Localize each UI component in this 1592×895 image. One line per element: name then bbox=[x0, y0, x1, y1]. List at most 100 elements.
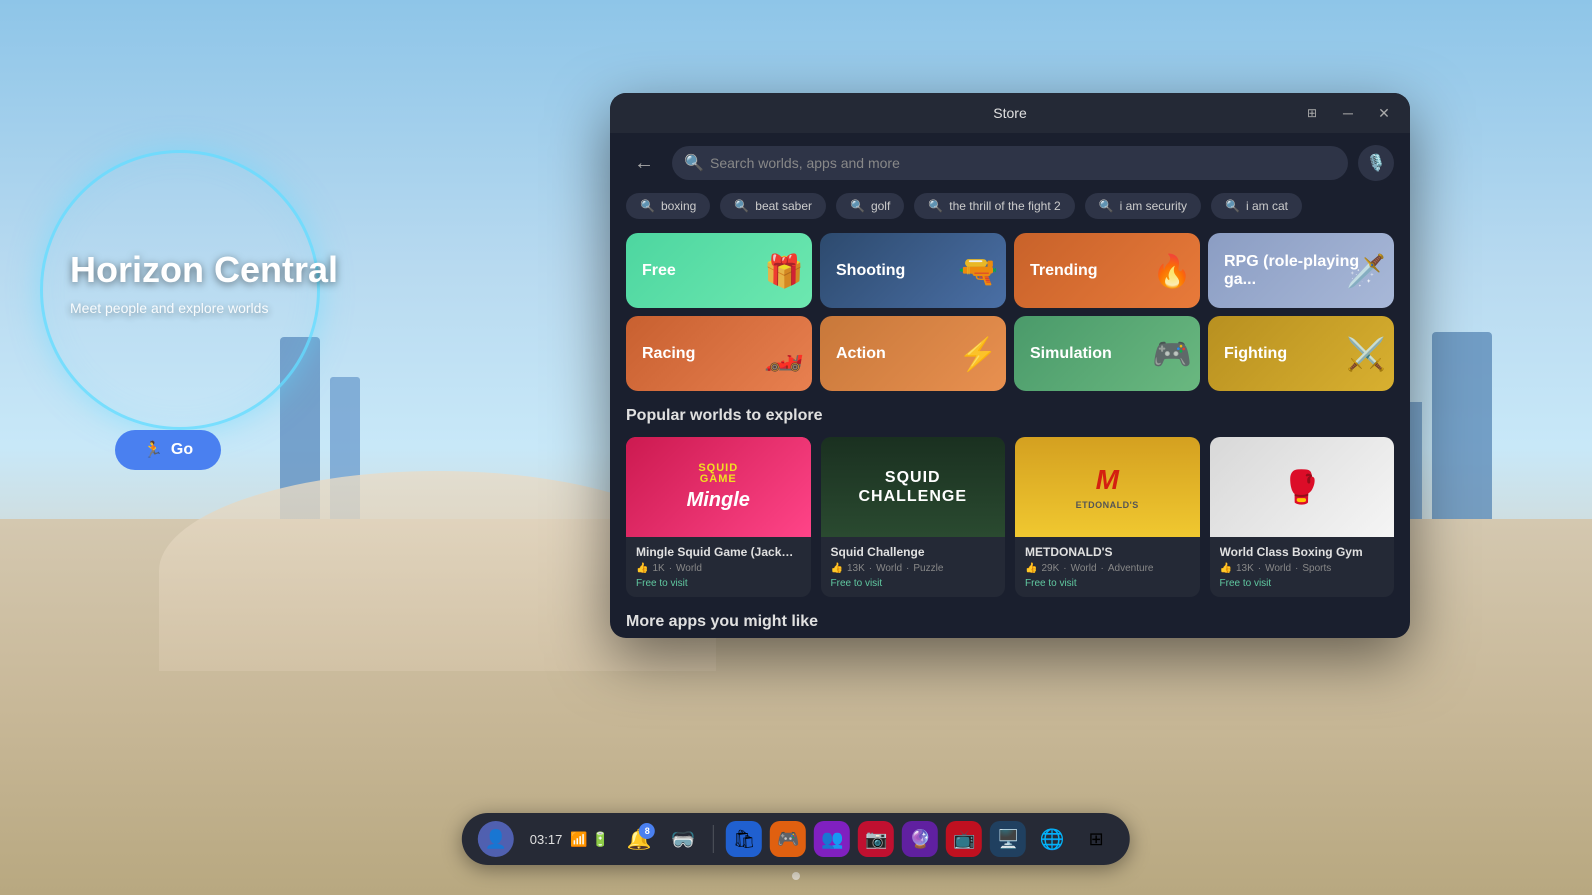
bottom-dot-indicator bbox=[792, 872, 800, 880]
taskbar-monitor[interactable]: 🖥️ bbox=[990, 821, 1026, 857]
store-content: ← 🔍 🎙️ 🔍boxing 🔍beat saber 🔍golf 🔍the th… bbox=[610, 133, 1410, 638]
search-suggestions: 🔍boxing 🔍beat saber 🔍golf 🔍the thrill of… bbox=[626, 193, 1394, 219]
grid-icon: ⊞ bbox=[1089, 829, 1104, 850]
taskbar-globe[interactable]: 🌐 bbox=[1034, 821, 1070, 857]
category-trending[interactable]: Trending 🔥 bbox=[1014, 233, 1200, 308]
world-card-boxing[interactable]: 🥊 World Class Boxing Gym 👍 13K · World ·… bbox=[1210, 437, 1395, 597]
camera-icon: 📷 bbox=[865, 829, 887, 850]
back-button[interactable]: ← bbox=[626, 148, 662, 179]
world-name-metdonald: METDONALD'S bbox=[1025, 545, 1190, 559]
window-minimize-button[interactable]: ─ bbox=[1334, 99, 1362, 127]
window-close-button[interactable]: ✕ bbox=[1370, 99, 1398, 127]
category-trending-icon: 🔥 bbox=[1152, 252, 1192, 290]
window-titlebar: Store ⊞ ─ ✕ bbox=[610, 93, 1410, 133]
horizon-central-panel: Horizon Central Meet people and explore … bbox=[20, 120, 340, 500]
battery-icon: 🔋 bbox=[592, 831, 609, 848]
world-thumb-squid-challenge: SQUIDCHALLENGE bbox=[821, 437, 1006, 537]
vr-headset-icon: 🥽 bbox=[671, 827, 696, 852]
suggestion-boxing[interactable]: 🔍boxing bbox=[626, 193, 710, 219]
world-thumb-boxing: 🥊 bbox=[1210, 437, 1395, 537]
world-info-metdonald: METDONALD'S 👍 29K · World · Adventure Fr… bbox=[1015, 537, 1200, 597]
world-name-boxing: World Class Boxing Gym bbox=[1220, 545, 1385, 559]
category-simulation-icon: 🎮 bbox=[1152, 335, 1192, 373]
category-fighting[interactable]: Fighting ⚔️ bbox=[1208, 316, 1394, 391]
search-container: 🔍 bbox=[672, 146, 1348, 180]
category-action-icon: ⚡ bbox=[958, 335, 998, 373]
purple-app-icon: 🔮 bbox=[909, 829, 931, 850]
category-racing-icon: 🏎️ bbox=[764, 335, 804, 373]
world-thumb-mingle: SQUIDGAME Mingle bbox=[626, 437, 811, 537]
world-card-mingle-squid[interactable]: SQUIDGAME Mingle Mingle Squid Game (Jack… bbox=[626, 437, 811, 597]
category-rpg[interactable]: RPG (role-playing ga... 🗡️ bbox=[1208, 233, 1394, 308]
category-shooting-icon: 🔫 bbox=[958, 252, 998, 290]
world-card-metdonald[interactable]: M etdonald's METDONALD'S 👍 29K · World ·… bbox=[1015, 437, 1200, 597]
notification-badge: 8 bbox=[639, 823, 655, 839]
window-grid-button[interactable]: ⊞ bbox=[1298, 99, 1326, 127]
category-free-icon: 🎁 bbox=[764, 252, 804, 290]
store-window: Store ⊞ ─ ✕ ← 🔍 🎙️ 🔍boxing 🔍beat saber 🔍… bbox=[610, 93, 1410, 638]
world-price-mingle: Free to visit bbox=[636, 578, 801, 589]
taskbar-vr[interactable]: 🥽 bbox=[665, 821, 701, 857]
window-controls: ⊞ ─ ✕ bbox=[1298, 99, 1398, 127]
more-apps-title: More apps you might like bbox=[626, 613, 1394, 631]
world-price-boxing: Free to visit bbox=[1220, 578, 1385, 589]
store-icon: 🛍 bbox=[733, 829, 756, 850]
taskbar-grid[interactable]: ⊞ bbox=[1078, 821, 1114, 857]
taskbar-status: 03:17 📶 🔋 bbox=[522, 831, 613, 848]
taskbar-people[interactable]: 👥 bbox=[814, 821, 850, 857]
taskbar-avatar[interactable]: 👤 bbox=[478, 821, 514, 857]
suggestion-thrill[interactable]: 🔍the thrill of the fight 2 bbox=[914, 193, 1074, 219]
category-simulation[interactable]: Simulation 🎮 bbox=[1014, 316, 1200, 391]
suggestion-security[interactable]: 🔍i am security bbox=[1085, 193, 1201, 219]
world-info-boxing: World Class Boxing Gym 👍 13K · World · S… bbox=[1210, 537, 1395, 597]
search-row: ← 🔍 🎙️ bbox=[626, 145, 1394, 181]
category-action[interactable]: Action ⚡ bbox=[820, 316, 1006, 391]
wifi-icon: 📶 bbox=[570, 831, 587, 848]
category-fighting-icon: ⚔️ bbox=[1346, 335, 1386, 373]
world-info-mingle: Mingle Squid Game (Jackpot ... 👍 1K · Wo… bbox=[626, 537, 811, 597]
taskbar-games[interactable]: 🎮 bbox=[770, 821, 806, 857]
go-button[interactable]: Go bbox=[115, 430, 221, 470]
window-title: Store bbox=[993, 105, 1026, 121]
world-meta-mingle: 👍 1K · World bbox=[636, 563, 801, 574]
world-info-squid-challenge: Squid Challenge 👍 13K · World · Puzzle F… bbox=[821, 537, 1006, 597]
horizon-text: Horizon Central Meet people and explore … bbox=[70, 250, 338, 316]
suggestion-cat[interactable]: 🔍i am cat bbox=[1211, 193, 1302, 219]
horizon-title: Horizon Central bbox=[70, 250, 338, 290]
world-card-squid-challenge[interactable]: SQUIDCHALLENGE Squid Challenge 👍 13K · W… bbox=[821, 437, 1006, 597]
globe-icon: 🌐 bbox=[1040, 827, 1065, 852]
taskbar-store[interactable]: 🛍 bbox=[726, 821, 762, 857]
world-price-metdonald: Free to visit bbox=[1025, 578, 1190, 589]
avatar-icon: 👤 bbox=[485, 829, 507, 850]
taskbar-divider-1 bbox=[713, 825, 714, 853]
taskbar-purple[interactable]: 🔮 bbox=[902, 821, 938, 857]
category-free[interactable]: Free 🎁 bbox=[626, 233, 812, 308]
suggestion-beat-saber[interactable]: 🔍beat saber bbox=[720, 193, 826, 219]
horizon-subtitle: Meet people and explore worlds bbox=[70, 300, 338, 316]
world-price-squid-challenge: Free to visit bbox=[831, 578, 996, 589]
taskbar: 👤 03:17 📶 🔋 🔔 8 🥽 🛍 🎮 👥 📷 🔮 📺 🖥️ 🌐 bbox=[462, 813, 1130, 865]
world-meta-squid-challenge: 👍 13K · World · Puzzle bbox=[831, 563, 996, 574]
taskbar-red[interactable]: 📺 bbox=[946, 821, 982, 857]
monitor-icon: 🖥️ bbox=[997, 829, 1019, 850]
world-meta-boxing: 👍 13K · World · Sports bbox=[1220, 563, 1385, 574]
category-racing[interactable]: Racing 🏎️ bbox=[626, 316, 812, 391]
popular-section-title: Popular worlds to explore bbox=[626, 407, 1394, 425]
category-grid: Free 🎁 Shooting 🔫 Trending 🔥 RPG (role-p… bbox=[626, 233, 1394, 391]
world-meta-metdonald: 👍 29K · World · Adventure bbox=[1025, 563, 1190, 574]
taskbar-time: 03:17 bbox=[526, 832, 567, 847]
category-shooting[interactable]: Shooting 🔫 bbox=[820, 233, 1006, 308]
people-icon: 👥 bbox=[821, 829, 843, 850]
games-icon: 🎮 bbox=[777, 829, 799, 850]
taskbar-notification[interactable]: 🔔 8 bbox=[621, 821, 657, 857]
suggestion-golf[interactable]: 🔍golf bbox=[836, 193, 904, 219]
red-app-icon: 📺 bbox=[953, 829, 975, 850]
world-name-squid-challenge: Squid Challenge bbox=[831, 545, 996, 559]
taskbar-camera[interactable]: 📷 bbox=[858, 821, 894, 857]
worlds-grid: SQUIDGAME Mingle Mingle Squid Game (Jack… bbox=[626, 437, 1394, 597]
mic-button[interactable]: 🎙️ bbox=[1358, 145, 1394, 181]
search-icon: 🔍 bbox=[684, 153, 704, 173]
world-thumb-metdonald: M etdonald's bbox=[1015, 437, 1200, 537]
world-name-mingle: Mingle Squid Game (Jackpot ... bbox=[636, 545, 801, 559]
search-input[interactable] bbox=[672, 146, 1348, 180]
